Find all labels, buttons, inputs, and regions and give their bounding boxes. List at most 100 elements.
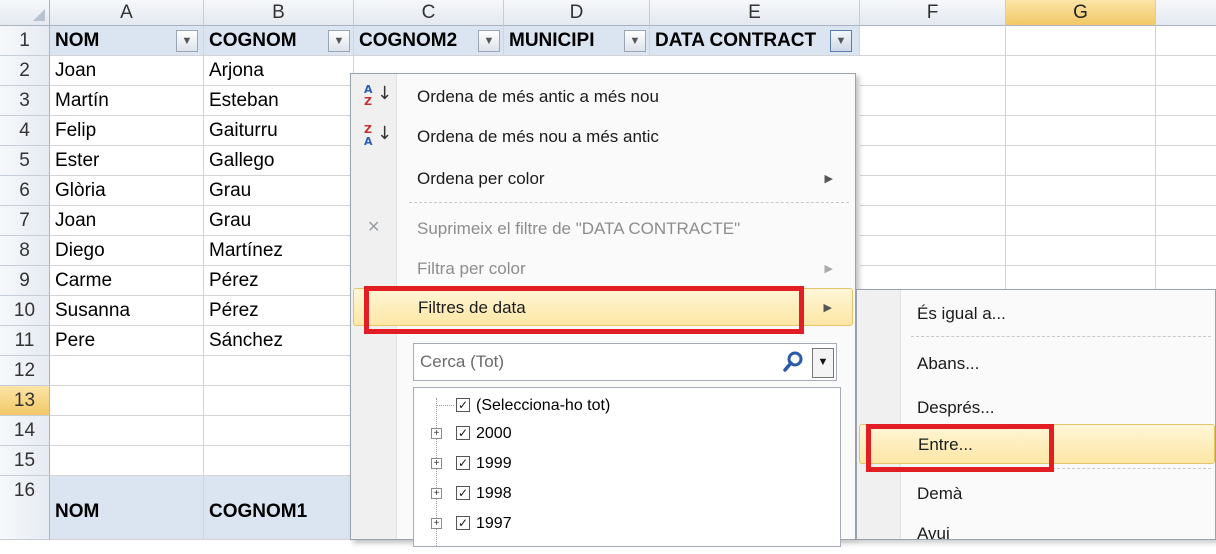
cell[interactable] xyxy=(1156,146,1216,176)
filter-search-box[interactable]: Cerca (Tot) ▼ xyxy=(413,343,837,381)
cell[interactable]: Joan xyxy=(50,206,204,236)
cell[interactable] xyxy=(1156,26,1216,56)
filter-dropdown-button[interactable]: ▼ xyxy=(328,30,350,52)
equals-item[interactable]: És igual a... xyxy=(859,294,1215,334)
checkbox-checked[interactable]: ✓ xyxy=(456,486,470,500)
cell[interactable] xyxy=(50,386,204,416)
cell[interactable] xyxy=(1156,266,1216,289)
cell[interactable] xyxy=(860,56,1006,86)
cell[interactable]: Pere xyxy=(50,326,204,356)
cell[interactable]: Joan xyxy=(50,56,204,86)
cell[interactable] xyxy=(860,236,1006,266)
sort-by-color-item[interactable]: Ordena per color ▶ xyxy=(353,160,853,198)
row-header[interactable]: 6 xyxy=(0,176,50,206)
checkbox-checked[interactable]: ✓ xyxy=(456,516,470,530)
expand-icon[interactable]: + xyxy=(431,488,442,499)
cell[interactable] xyxy=(1156,206,1216,236)
after-item[interactable]: Després... xyxy=(859,388,1215,428)
cell[interactable] xyxy=(1006,86,1156,116)
checkbox-checked[interactable]: ✓ xyxy=(456,456,470,470)
cell[interactable]: NOM xyxy=(50,476,204,540)
cell[interactable] xyxy=(50,356,204,386)
column-header-f[interactable]: F xyxy=(860,0,1006,26)
row-header[interactable]: 11 xyxy=(0,326,50,356)
cell[interactable] xyxy=(1156,116,1216,146)
expand-icon[interactable]: + xyxy=(431,458,442,469)
column-header-e[interactable]: E xyxy=(650,0,860,26)
table-header-cell[interactable]: COGNOM2 ▼ xyxy=(354,26,504,56)
column-header-g[interactable]: G xyxy=(1006,0,1156,26)
cell[interactable] xyxy=(860,86,1006,116)
cell[interactable] xyxy=(1156,56,1216,86)
cell[interactable]: Carme xyxy=(50,266,204,296)
column-header-d[interactable]: D xyxy=(504,0,650,26)
cell[interactable]: Arjona xyxy=(204,56,354,86)
checkbox-checked[interactable]: ✓ xyxy=(456,426,470,440)
cell[interactable]: Martínez xyxy=(204,236,354,266)
row-header[interactable]: 4 xyxy=(0,116,50,146)
cell[interactable] xyxy=(1156,176,1216,206)
checkbox-checked[interactable]: ✓ xyxy=(456,398,470,412)
row-header[interactable]: 3 xyxy=(0,86,50,116)
column-header-b[interactable]: B xyxy=(204,0,354,26)
table-header-cell[interactable]: NOM ▼ xyxy=(50,26,204,56)
cell[interactable]: Sánchez xyxy=(204,326,354,356)
cell[interactable] xyxy=(860,26,1006,56)
cell[interactable] xyxy=(860,146,1006,176)
cell[interactable] xyxy=(1156,86,1216,116)
magnifier-icon[interactable] xyxy=(780,349,806,375)
row-header[interactable]: 9 xyxy=(0,266,50,296)
date-filters-item[interactable]: Filtres de data ▶ xyxy=(353,288,853,326)
table-header-cell[interactable]: MUNICIPI ▼ xyxy=(504,26,650,56)
cell[interactable] xyxy=(50,446,204,476)
cell[interactable] xyxy=(1006,266,1156,289)
today-item[interactable]: Avui xyxy=(859,514,1215,554)
column-header-h[interactable] xyxy=(1156,0,1216,26)
filter-by-color-item[interactable]: Filtra per color ▶ xyxy=(353,250,853,288)
cell[interactable]: Susanna xyxy=(50,296,204,326)
row-header[interactable]: 8 xyxy=(0,236,50,266)
cell[interactable] xyxy=(1006,146,1156,176)
cell[interactable]: Felip xyxy=(50,116,204,146)
sort-newest-to-oldest-item[interactable]: Z A ↓ Ordena de més nou a més antic xyxy=(353,118,853,156)
cell[interactable]: Pérez xyxy=(204,266,354,296)
row-header[interactable]: 14 xyxy=(0,416,50,446)
cell[interactable] xyxy=(204,446,354,476)
cell[interactable] xyxy=(860,266,1006,289)
cell[interactable] xyxy=(860,206,1006,236)
cell[interactable] xyxy=(1006,26,1156,56)
table-header-cell[interactable]: COGNOM ▼ xyxy=(204,26,354,56)
row-header[interactable]: 5 xyxy=(0,146,50,176)
row-header[interactable]: 15 xyxy=(0,446,50,476)
row-header[interactable]: 12 xyxy=(0,356,50,386)
filter-dropdown-button-active[interactable]: ▼ xyxy=(830,30,852,52)
cell[interactable]: Diego xyxy=(50,236,204,266)
cell[interactable] xyxy=(1006,116,1156,146)
cell[interactable] xyxy=(204,386,354,416)
cell[interactable]: Glòria xyxy=(50,176,204,206)
row-header[interactable]: 10 xyxy=(0,296,50,326)
cell[interactable] xyxy=(1156,236,1216,266)
search-dropdown-button[interactable]: ▼ xyxy=(812,348,834,378)
expand-icon[interactable]: + xyxy=(431,518,442,529)
row-header[interactable]: 7 xyxy=(0,206,50,236)
cell[interactable]: Grau xyxy=(204,176,354,206)
column-header-c[interactable]: C xyxy=(354,0,504,26)
cell[interactable] xyxy=(50,416,204,446)
cell[interactable]: Grau xyxy=(204,206,354,236)
sort-oldest-to-newest-item[interactable]: A Z ↓ Ordena de més antic a més nou xyxy=(353,78,853,116)
clear-filter-item[interactable]: ✕ Suprimeix el filtre de "DATA CONTRACTE… xyxy=(353,210,853,248)
cell[interactable] xyxy=(1006,206,1156,236)
row-header[interactable]: 1 xyxy=(0,26,50,56)
filter-dropdown-button[interactable]: ▼ xyxy=(176,30,198,52)
cell[interactable]: Gaiturru xyxy=(204,116,354,146)
cell[interactable] xyxy=(1006,56,1156,86)
column-header-a[interactable]: A xyxy=(50,0,204,26)
cell[interactable]: Martín xyxy=(50,86,204,116)
cell[interactable] xyxy=(204,416,354,446)
cell[interactable]: Pérez xyxy=(204,296,354,326)
cell[interactable] xyxy=(204,356,354,386)
filter-dropdown-button[interactable]: ▼ xyxy=(478,30,500,52)
select-all-corner[interactable] xyxy=(0,0,50,26)
expand-icon[interactable]: + xyxy=(431,428,442,439)
